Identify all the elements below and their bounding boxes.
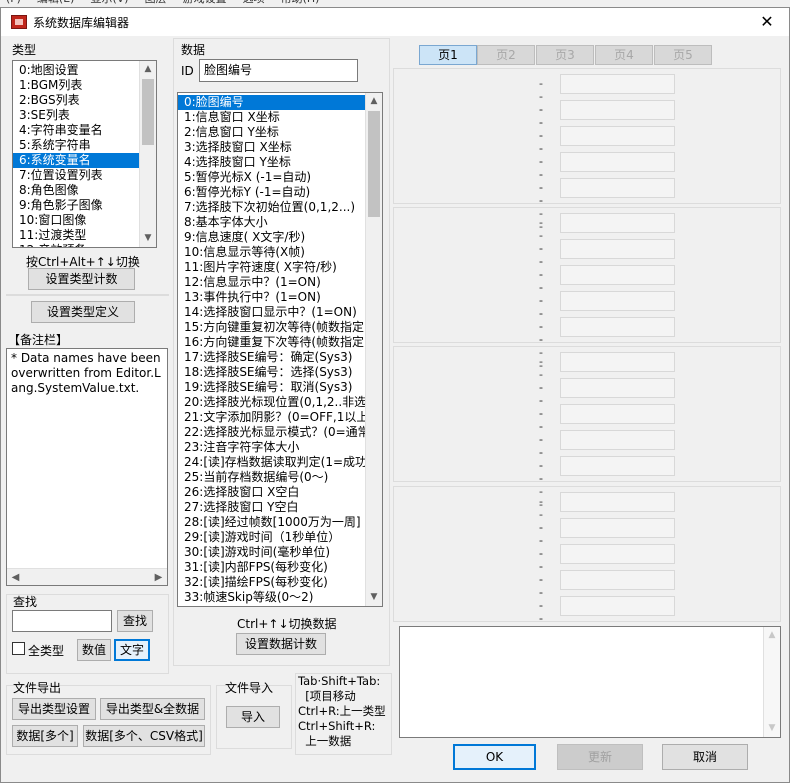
scroll-up-icon[interactable]: ▲	[140, 61, 156, 78]
menu-item[interactable]: 游戏设置	[183, 0, 227, 5]
menu-item[interactable]: 编辑(E)	[37, 0, 75, 5]
field-input[interactable]	[560, 352, 675, 372]
file-export-heading: 文件导出	[13, 681, 62, 695]
scroll-thumb[interactable]	[142, 79, 154, 145]
shortcut-help-line: Ctrl+R:上一类型	[298, 704, 386, 718]
shortcut-help-line: [项目移动	[298, 689, 356, 703]
note-scrollbar[interactable]: ▲ ▼	[763, 627, 780, 737]
scroll-down-icon[interactable]: ▼	[764, 720, 780, 737]
menu-item[interactable]: 选项	[243, 0, 265, 5]
field-input[interactable]	[560, 492, 675, 512]
scroll-up-icon[interactable]: ▲	[764, 627, 780, 644]
menu-item[interactable]: (F)	[6, 0, 21, 5]
menu-item[interactable]: 显示(V)	[90, 0, 128, 5]
app-icon	[11, 15, 27, 29]
page-tab-1[interactable]: 页1	[419, 45, 477, 65]
scroll-right-icon[interactable]: ▶	[150, 569, 167, 585]
type-list-item[interactable]: 10:窗口图像	[13, 213, 156, 228]
system-database-dialog: 系统数据库编辑器 ✕ 类型 0:地图设置 1:BGM列表 2:BGS列表 3:SE列表…	[0, 7, 790, 783]
field-input[interactable]	[560, 74, 675, 94]
type-list-item[interactable]: 5:系统字符串	[13, 138, 156, 153]
shortcut-help-line: Tab·Shift+Tab:	[298, 674, 381, 688]
type-list-item[interactable]: 9:角色影子图像	[13, 198, 156, 213]
memo-text: * Data names have been overwritten from …	[11, 351, 161, 395]
type-list-item[interactable]: 8:角色图像	[13, 183, 156, 198]
search-by-value-button[interactable]: 数值	[77, 639, 111, 661]
page-tab-4[interactable]: 页4	[595, 45, 653, 65]
field-input[interactable]	[560, 178, 675, 198]
all-types-checkbox[interactable]	[12, 642, 25, 655]
export-data-multiple-button[interactable]: 数据[多个]	[12, 725, 78, 747]
export-type-settings-button[interactable]: 导出类型设置	[12, 698, 96, 720]
field-input[interactable]	[560, 456, 675, 476]
type-list-item[interactable]: 0:地图设置	[13, 63, 156, 78]
types-scrollbar[interactable]: ▲ ▼	[139, 61, 156, 247]
window-title: 系统数据库编辑器	[33, 16, 130, 30]
types-group-divider	[6, 294, 169, 296]
menu-item[interactable]: 帮助(H)	[281, 0, 320, 5]
field-panel: --------------------	[393, 486, 781, 651]
close-icon[interactable]: ✕	[745, 8, 789, 36]
field-note-textarea[interactable]: ▲ ▼	[399, 626, 781, 738]
scroll-left-icon[interactable]: ◀	[7, 569, 24, 585]
field-input[interactable]	[560, 126, 675, 146]
export-data-csv-button[interactable]: 数据[多个、CSV格式]	[83, 725, 205, 747]
field-panel: --------------------	[393, 207, 781, 372]
type-list-item[interactable]: 6:系统变量名	[13, 153, 156, 168]
scroll-down-icon[interactable]: ▼	[140, 230, 156, 247]
memo-hscrollbar[interactable]: ◀ ▶	[7, 568, 167, 585]
cancel-button[interactable]: 取消	[662, 744, 748, 770]
field-panel: --------------------	[393, 346, 781, 511]
import-button[interactable]: 导入	[226, 706, 280, 728]
field-input[interactable]	[560, 152, 675, 172]
field-input[interactable]	[560, 544, 675, 564]
field-input[interactable]	[560, 265, 675, 285]
field-input[interactable]	[560, 404, 675, 424]
field-input[interactable]	[560, 596, 675, 616]
field-input[interactable]	[560, 100, 675, 120]
page-tab-2[interactable]: 页2	[477, 45, 535, 65]
field-input[interactable]	[560, 213, 675, 233]
type-list-item[interactable]: 1:BGM列表	[13, 78, 156, 93]
field-input[interactable]	[560, 430, 675, 450]
menubar: (F) 编辑(E) 显示(V) 图层 游戏设置 选项 帮助(H)	[0, 0, 790, 7]
update-button[interactable]: 更新	[557, 744, 643, 770]
field-input[interactable]	[560, 570, 675, 590]
field-input[interactable]	[560, 518, 675, 538]
search-button[interactable]: 查找	[117, 610, 153, 632]
types-list[interactable]: 0:地图设置 1:BGM列表 2:BGS列表 3:SE列表 4:字符串变量名 5:系统字符…	[12, 60, 157, 248]
type-list-item[interactable]: 12:音效预备	[13, 243, 156, 247]
field-input[interactable]	[560, 378, 675, 398]
file-import-heading: 文件导入	[225, 681, 274, 695]
export-type-all-data-button[interactable]: 导出类型&全数据	[100, 698, 205, 720]
all-types-label: 全类型	[28, 644, 65, 658]
types-heading: 类型	[12, 43, 37, 57]
field-input[interactable]	[560, 239, 675, 259]
field-panel: --------------------	[393, 68, 781, 233]
search-input[interactable]	[12, 610, 112, 632]
type-list-item[interactable]: 7:位置设置列表	[13, 168, 156, 183]
set-type-definition-button[interactable]: 设置类型定义	[31, 301, 135, 323]
page-tab-3[interactable]: 页3	[536, 45, 594, 65]
memo-textarea[interactable]: * Data names have been overwritten from …	[6, 348, 168, 586]
page-tab-5[interactable]: 页5	[654, 45, 712, 65]
set-type-count-button[interactable]: 设置类型计数	[28, 268, 135, 290]
data-group	[173, 38, 390, 666]
field-input[interactable]	[560, 317, 675, 337]
type-list-item[interactable]: 2:BGS列表	[13, 93, 156, 108]
type-list-item[interactable]: 4:字符串变量名	[13, 123, 156, 138]
memo-heading: 【备注栏】	[8, 333, 69, 347]
shortcut-help-line: Ctrl+Shift+R:	[298, 719, 376, 733]
type-list-item[interactable]: 3:SE列表	[13, 108, 156, 123]
menu-item[interactable]: 图层	[145, 0, 167, 5]
title-bar: 系统数据库编辑器 ✕	[1, 8, 789, 36]
shortcut-help-line: 上一数据	[298, 734, 352, 748]
type-list-item[interactable]: 11:过渡类型	[13, 228, 156, 243]
search-by-text-button[interactable]: 文字	[114, 639, 150, 661]
search-heading: 查找	[13, 595, 38, 609]
shortcut-help: Tab·Shift+Tab: [项目移动 Ctrl+R:上一类型 Ctrl+Shif…	[298, 674, 386, 749]
ok-button[interactable]: OK	[453, 744, 536, 770]
field-input[interactable]	[560, 291, 675, 311]
